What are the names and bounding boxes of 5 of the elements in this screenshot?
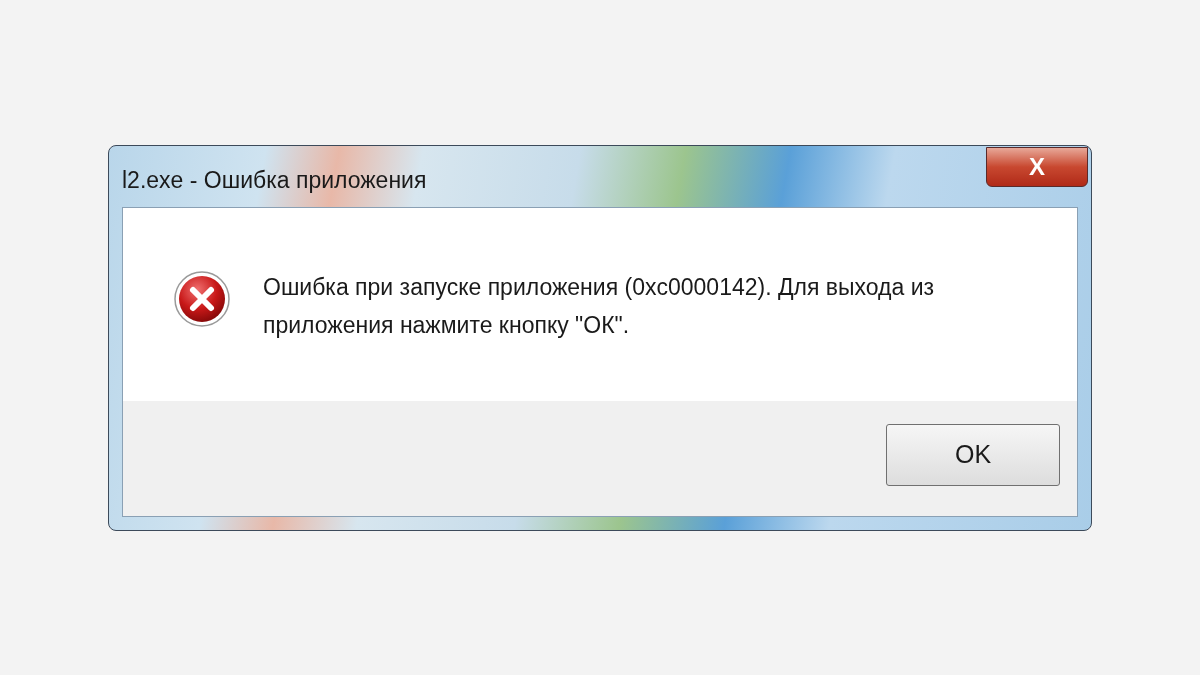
window-title: l2.exe - Ошибка приложения bbox=[122, 166, 427, 196]
error-message: Ошибка при запуске приложения (0xc0000142). Для выхода из приложения нажмите кнопку "ОК". bbox=[263, 273, 936, 340]
error-icon bbox=[173, 270, 231, 328]
ok-button[interactable]: OK bbox=[886, 424, 1060, 486]
close-button[interactable]: X bbox=[986, 147, 1088, 187]
